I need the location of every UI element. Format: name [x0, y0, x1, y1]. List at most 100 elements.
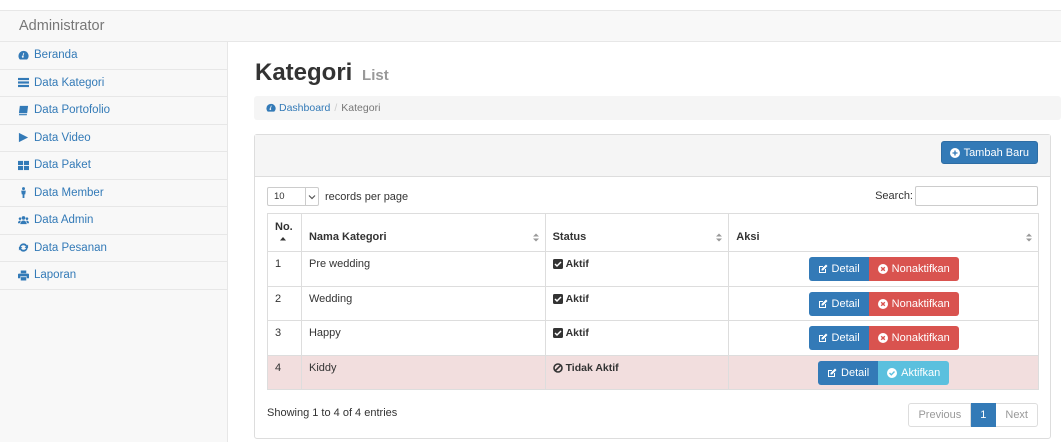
- cell-actions: Detail Nonaktifkan: [728, 320, 1039, 356]
- sidebar-item-beranda[interactable]: Beranda: [0, 42, 227, 70]
- plus-circle-icon: [949, 147, 960, 158]
- deactivate-button[interactable]: Nonaktifkan: [868, 291, 959, 316]
- cell-no: 1: [267, 251, 302, 287]
- deactivate-button[interactable]: Nonaktifkan: [868, 257, 959, 281]
- refresh-icon: [18, 243, 29, 252]
- sidebar-item-data-portofolio[interactable]: Data Portofolio: [0, 97, 227, 125]
- table-row: 4 Kiddy Tidak Aktif Detail Aktifkan: [267, 354, 1039, 390]
- breadcrumb-separator: /: [334, 102, 338, 114]
- edit-icon: [818, 299, 828, 308]
- male-icon: [21, 187, 26, 199]
- top-navbar: Administrator: [0, 10, 1061, 42]
- kategori-table: No. Nama Kategori Status Aksi 1 Pre wedd…: [267, 213, 1039, 390]
- edit-icon: [818, 333, 828, 342]
- breadcrumb-dashboard-label: Dashboard: [279, 102, 331, 114]
- add-new-label: Tambah Baru: [963, 146, 1029, 159]
- status-badge: Aktif: [552, 327, 722, 339]
- sidebar-item-data-member[interactable]: Data Member: [0, 180, 227, 207]
- sidebar-item-label: Data Portofolio: [34, 104, 111, 117]
- sidebar-item-label: Data Video: [34, 131, 91, 144]
- cell-name: Happy: [300, 320, 546, 356]
- action-button-group: Detail Nonaktifkan: [808, 291, 959, 316]
- records-per-page-select[interactable]: 10: [267, 187, 319, 206]
- list-icon: [18, 78, 29, 88]
- sidebar-item-label: Data Admin: [34, 214, 94, 227]
- times-circle-icon: [877, 264, 888, 274]
- detail-button[interactable]: Detail: [808, 291, 869, 316]
- cell-no: 3: [267, 320, 302, 356]
- status-badge: Tidak Aktif: [552, 362, 722, 374]
- table-info: Showing 1 to 4 of 4 entries: [267, 407, 398, 419]
- times-circle-icon: [877, 298, 888, 309]
- cell-actions: Detail Nonaktifkan: [728, 285, 1039, 321]
- table-row: 3 Happy Aktif Detail Nonaktifkan: [267, 320, 1039, 356]
- action-button-group: Detail Aktifkan: [818, 360, 950, 385]
- table-row: 2 Wedding Aktif Detail Nonaktifkan: [267, 285, 1039, 321]
- records-per-page-control: 10 records per page: [267, 187, 408, 206]
- detail-button[interactable]: Detail: [808, 326, 869, 350]
- check-square-icon: [552, 328, 563, 338]
- add-new-button[interactable]: Tambah Baru: [940, 141, 1038, 164]
- pagination-page-1[interactable]: 1: [971, 403, 997, 427]
- check-square-icon: [552, 259, 563, 269]
- sidebar-item-data-paket[interactable]: Data Paket: [0, 152, 227, 180]
- pagination-previous[interactable]: Previous: [908, 403, 972, 427]
- play-icon: [18, 133, 29, 143]
- edit-icon: [828, 368, 837, 377]
- breadcrumb-dashboard-link[interactable]: Dashboard: [266, 102, 330, 114]
- action-button-group: Detail Nonaktifkan: [808, 257, 959, 281]
- table-header-row: No. Nama Kategori Status Aksi: [267, 213, 1039, 252]
- page-title: Kategori List: [255, 59, 389, 87]
- sidebar-item-data-kategori[interactable]: Data Kategori: [0, 70, 227, 97]
- sidebar-item-label: Data Kategori: [34, 76, 105, 89]
- column-header-aksi[interactable]: Aksi: [728, 213, 1039, 252]
- ban-icon: [552, 362, 563, 373]
- sidebar-item-label: Laporan: [34, 269, 77, 282]
- detail-button[interactable]: Detail: [808, 257, 869, 281]
- sidebar-item-laporan[interactable]: Laporan: [0, 262, 227, 290]
- sort-icon: [716, 233, 723, 242]
- action-button-group: Detail Nonaktifkan: [808, 326, 959, 350]
- pagination-next[interactable]: Next: [996, 403, 1038, 427]
- table-row: 1 Pre wedding Aktif Detail Nonaktifkan: [267, 251, 1039, 287]
- column-header-status[interactable]: Status: [544, 213, 730, 252]
- breadcrumb: Dashboard / Kategori: [254, 96, 1061, 120]
- activate-button[interactable]: Aktifkan: [878, 360, 950, 385]
- edit-icon: [818, 264, 828, 273]
- th-icon: [18, 160, 29, 170]
- records-per-page-value: 10: [274, 191, 285, 202]
- sidebar-item-label: Data Pesanan: [34, 241, 107, 254]
- sort-asc-icon: [280, 237, 286, 241]
- records-per-page-label: records per page: [325, 190, 409, 203]
- cell-no: 4: [267, 354, 302, 390]
- search-input[interactable]: [915, 186, 1038, 206]
- cell-name: Kiddy: [300, 354, 546, 390]
- cell-name: Pre wedding: [300, 251, 546, 287]
- cell-no: 2: [267, 285, 302, 321]
- check-square-icon: [552, 293, 563, 304]
- cell-status: Aktif: [544, 320, 730, 356]
- sidebar-item-data-video[interactable]: Data Video: [0, 125, 227, 152]
- cell-actions: Detail Aktifkan: [728, 354, 1039, 390]
- times-circle-icon: [877, 333, 888, 343]
- sidebar: Beranda Data Kategori Data Portofolio Da…: [0, 42, 228, 442]
- cell-status: Tidak Aktif: [544, 354, 730, 390]
- check-circle-icon: [887, 367, 898, 378]
- sidebar-item-label: Data Paket: [34, 159, 91, 172]
- column-header-nama-kategori[interactable]: Nama Kategori: [300, 213, 546, 252]
- deactivate-button[interactable]: Nonaktifkan: [868, 326, 959, 350]
- pagination: Previous 1 Next: [908, 403, 1038, 427]
- sidebar-item-data-admin[interactable]: Data Admin: [0, 207, 227, 235]
- page-title-text: Kategori: [255, 59, 353, 86]
- search-control: Search:: [875, 186, 1038, 206]
- sidebar-item-data-pesanan[interactable]: Data Pesanan: [0, 235, 227, 262]
- page-subtitle: List: [362, 67, 389, 84]
- column-header-no[interactable]: No.: [267, 213, 302, 252]
- main-content: Kategori List Dashboard / Kategori Tamba…: [228, 42, 1061, 442]
- cell-status: Aktif: [544, 285, 730, 321]
- breadcrumb-current: Kategori: [341, 102, 381, 114]
- detail-button[interactable]: Detail: [818, 360, 879, 385]
- brand-title[interactable]: Administrator: [19, 18, 104, 34]
- panel-heading: Tambah Baru: [255, 135, 1050, 177]
- sidebar-item-label: Beranda: [34, 49, 78, 62]
